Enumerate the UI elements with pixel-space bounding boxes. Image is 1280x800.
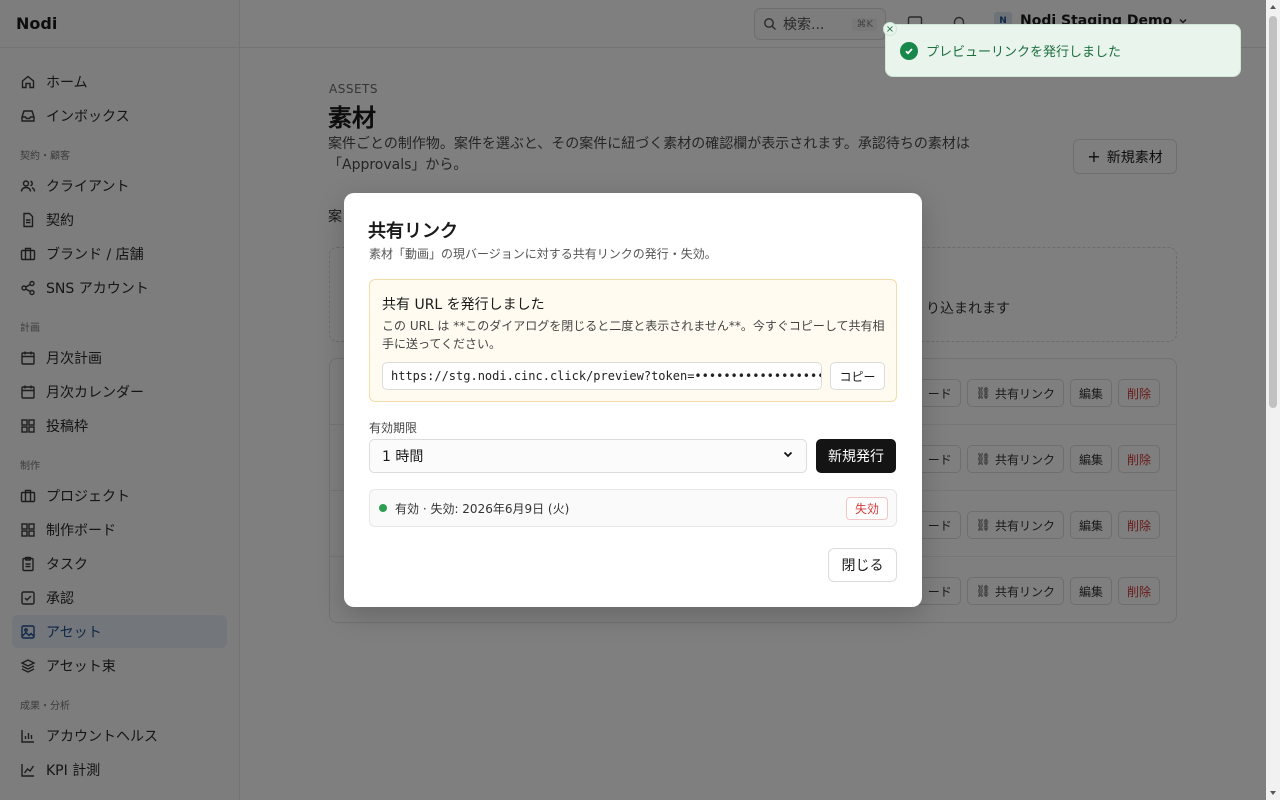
toast-message: プレビューリンクを発行しました [926,45,1122,60]
expiry-selected-value: 1 時間 [382,449,424,465]
revoke-button[interactable]: 失効 [846,497,888,520]
active-link-row: 有効 · 失効: 2026年6月9日 (火) 失効 [369,489,897,527]
share-link-dialog: 共有リンク 素材「動画」の現バージョンに対する共有リンクの発行・失効。 共有 U… [344,193,922,607]
notice-body: この URL は **このダイアログを閉じると二度と表示されません**。今すぐコ… [382,319,885,351]
share-url-field[interactable]: https://stg.nodi.cinc.click/preview?toke… [382,362,822,390]
success-toast: × プレビューリンクを発行しました [883,22,1241,77]
expiry-select[interactable]: 1 時間 [369,439,807,473]
issue-new-link-button[interactable]: 新規発行 [816,439,896,473]
chevron-down-icon [782,448,794,464]
copy-button[interactable]: コピー [830,362,885,390]
expiry-label: 有効期限 [369,421,418,435]
scrollbar-thumb[interactable] [1269,16,1277,408]
dialog-title: 共有リンク [368,221,458,242]
scroll-up-icon[interactable] [1270,5,1276,9]
scroll-down-icon[interactable] [1270,791,1276,795]
dialog-subtitle: 素材「動画」の現バージョンに対する共有リンクの発行・失効。 [369,247,717,261]
check-circle-icon [900,41,918,60]
toast-close-button[interactable]: × [883,22,897,36]
link-status-text: 有効 · 失効: 2026年6月9日 (火) [395,501,570,516]
issued-url-notice: 共有 URL を発行しました この URL は **このダイアログを閉じると二度… [369,279,897,402]
close-dialog-button[interactable]: 閉じる [828,548,897,582]
notice-title: 共有 URL を発行しました [382,297,545,313]
page-scrollbar[interactable] [1266,0,1280,800]
status-dot-icon [379,504,387,512]
